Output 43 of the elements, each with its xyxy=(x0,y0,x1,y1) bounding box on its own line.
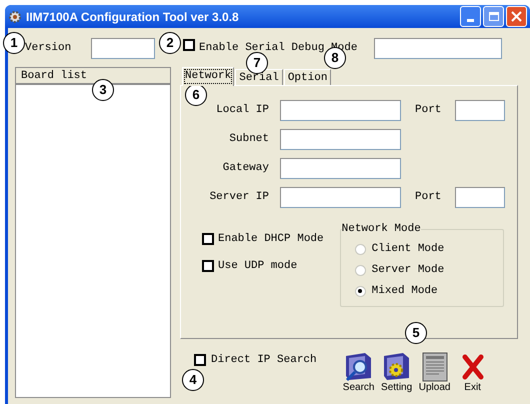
field-label: Server IP xyxy=(208,190,269,206)
input-field[interactable] xyxy=(280,158,401,179)
port-field[interactable] xyxy=(455,100,506,121)
checkbox[interactable] xyxy=(202,260,214,272)
checkbox[interactable] xyxy=(183,38,195,51)
radio-label: Server Mode xyxy=(372,262,444,278)
radio-button[interactable] xyxy=(354,264,366,276)
radio-button[interactable] xyxy=(354,286,366,296)
close-icon xyxy=(511,11,522,22)
window-title: IIM7100A Configuration Tool ver 3.0.8 xyxy=(26,8,239,26)
toolbar-button[interactable]: Search xyxy=(340,352,377,394)
field-label: Gateway xyxy=(222,161,269,176)
port-label: Port xyxy=(415,103,442,118)
document-icon xyxy=(420,352,449,382)
port-label: Port xyxy=(415,190,442,206)
toolbar-button[interactable]: Setting xyxy=(378,352,415,394)
option-label: Enable DHCP Mode xyxy=(218,232,324,247)
radio-button[interactable] xyxy=(354,244,366,254)
port-field[interactable] xyxy=(455,187,506,208)
toolbar-button[interactable]: Exit xyxy=(454,352,491,394)
minimize-button[interactable] xyxy=(460,6,481,27)
field-label: Local IP xyxy=(215,103,269,118)
tab[interactable]: Option xyxy=(284,69,332,86)
checkbox[interactable] xyxy=(194,354,206,366)
direct-ip-search-label: Direct IP Search xyxy=(211,352,317,368)
toolbar-button[interactable]: Upload xyxy=(416,352,453,394)
field-label: Subnet xyxy=(228,132,269,148)
close-icon xyxy=(460,352,485,382)
gear-icon xyxy=(8,10,22,24)
maximize-button[interactable] xyxy=(483,6,504,27)
close-button[interactable] xyxy=(506,6,527,27)
radio-label: Mixed Mode xyxy=(372,284,438,299)
version-label: Version xyxy=(25,40,72,56)
input-field[interactable] xyxy=(280,187,401,208)
version-field[interactable] xyxy=(91,38,155,58)
option-label: Use UDP mode xyxy=(218,258,298,274)
input-field[interactable] xyxy=(280,100,401,121)
checkbox[interactable] xyxy=(202,233,214,246)
debug-field[interactable] xyxy=(374,38,502,58)
radio-label: Client Mode xyxy=(372,242,444,257)
board-list-header: Board list xyxy=(16,68,170,85)
tab[interactable]: Network xyxy=(182,67,234,86)
input-field[interactable] xyxy=(280,129,401,150)
